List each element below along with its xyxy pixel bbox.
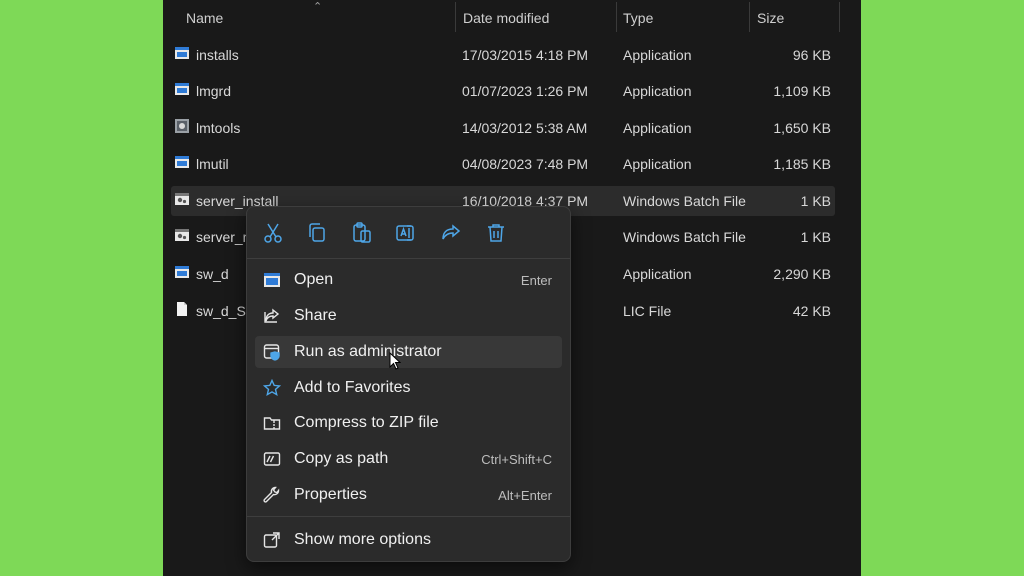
- column-type[interactable]: Type: [623, 10, 653, 26]
- menu-item-label: Run as administrator: [294, 343, 442, 360]
- menu-item-label: Share: [294, 307, 337, 324]
- menu-item-add-to-favorites[interactable]: Add to Favorites: [255, 372, 562, 404]
- menu-item-share[interactable]: Share: [255, 300, 562, 332]
- menu-item-compress-zip[interactable]: Compress to ZIP file: [255, 407, 562, 439]
- app-window-icon: [175, 156, 189, 168]
- menu-item-shortcut: Ctrl+Shift+C: [481, 452, 552, 467]
- file-type: Application: [623, 47, 692, 63]
- column-divider[interactable]: [455, 2, 456, 32]
- file-date: 14/03/2012 5:38 AM: [462, 120, 588, 136]
- batch-file-icon: [175, 193, 189, 205]
- column-size[interactable]: Size: [757, 10, 784, 26]
- menu-item-properties[interactable]: Properties Alt+Enter: [255, 479, 562, 511]
- rename-icon[interactable]: [394, 221, 418, 245]
- menu-divider: [247, 516, 570, 517]
- delete-icon[interactable]: [484, 221, 508, 245]
- file-name: lmutil: [196, 156, 229, 172]
- menu-item-label: Add to Favorites: [294, 379, 411, 396]
- file-size: 42 KB: [792, 303, 831, 319]
- menu-item-show-more-options[interactable]: Show more options: [255, 524, 562, 556]
- column-date-modified[interactable]: Date modified: [463, 10, 549, 26]
- file-type: Application: [623, 120, 692, 136]
- file-row-lmgrd[interactable]: lmgrd 01/07/2023 1:26 PM Application 1,1…: [171, 76, 835, 106]
- menu-item-label: Properties: [294, 486, 367, 503]
- app-window-icon: [175, 83, 189, 95]
- open-app-icon: [264, 273, 280, 287]
- show-more-icon: [263, 532, 280, 548]
- file-type: LIC File: [623, 303, 672, 319]
- file-type: Application: [623, 83, 692, 99]
- copy-path-icon: [263, 452, 281, 466]
- menu-item-label: Compress to ZIP file: [294, 414, 439, 431]
- file-row-lmutil[interactable]: lmutil 04/08/2023 7:48 PM Application 1,…: [171, 149, 835, 179]
- file-name: lmtools: [196, 120, 241, 136]
- menu-item-open[interactable]: Open Enter: [255, 264, 562, 296]
- menu-item-label: Show more options: [294, 531, 431, 548]
- paste-icon[interactable]: [350, 221, 374, 245]
- file-row-lmtools[interactable]: lmtools 14/03/2012 5:38 AM Application 1…: [171, 113, 835, 143]
- star-icon: [263, 379, 281, 397]
- file-size: 1,109 KB: [773, 83, 831, 99]
- batch-file-icon: [175, 229, 189, 241]
- menu-item-shortcut: Enter: [520, 273, 552, 288]
- blank-file-icon: [177, 302, 187, 316]
- file-date: 01/07/2023 1:26 PM: [462, 83, 589, 99]
- shield-window-icon: [263, 344, 280, 361]
- mouse-cursor-icon: [389, 352, 401, 370]
- context-menu: Open Enter Share Run as administrator Ad…: [246, 206, 571, 562]
- share-icon[interactable]: [439, 221, 463, 245]
- menu-divider: [247, 258, 570, 259]
- app-window-icon: [175, 47, 189, 59]
- file-date: 04/08/2023 7:48 PM: [462, 156, 589, 172]
- file-name: sw_d: [196, 266, 229, 282]
- menu-item-label: Copy as path: [294, 450, 389, 467]
- column-divider[interactable]: [749, 2, 750, 32]
- copy-icon[interactable]: [305, 221, 329, 245]
- zip-folder-icon: [263, 417, 281, 430]
- wrench-icon: [263, 486, 280, 503]
- file-name: lmgrd: [196, 83, 232, 99]
- file-type: Windows Batch File: [623, 193, 746, 209]
- file-type: Application: [623, 266, 692, 282]
- sort-ascending-icon: ⌃: [313, 1, 323, 13]
- column-name[interactable]: Name: [186, 10, 223, 26]
- file-size: 2,290 KB: [773, 266, 831, 282]
- file-type: Windows Batch File: [623, 229, 746, 245]
- menu-item-shortcut: Alt+Enter: [498, 488, 552, 503]
- file-size: 1 KB: [800, 229, 831, 245]
- file-size: 1,650 KB: [773, 120, 831, 136]
- cut-icon[interactable]: [261, 221, 285, 245]
- file-size: 1,185 KB: [773, 156, 831, 172]
- menu-item-run-as-administrator[interactable]: Run as administrator: [255, 336, 562, 368]
- column-divider[interactable]: [616, 2, 617, 32]
- file-type: Application: [623, 156, 692, 172]
- file-name: installs: [196, 47, 239, 63]
- menu-item-copy-as-path[interactable]: Copy as path Ctrl+Shift+C: [255, 443, 562, 475]
- file-date: 17/03/2015 4:18 PM: [462, 47, 589, 63]
- share-icon: [264, 308, 280, 323]
- file-size: 1 KB: [800, 193, 831, 209]
- file-size: 96 KB: [792, 47, 831, 63]
- column-header: ⌃ Name Date modified Type Size: [163, 0, 861, 34]
- file-row-installs[interactable]: installs 17/03/2015 4:18 PM Application …: [171, 40, 835, 70]
- tools-app-icon: [175, 119, 189, 133]
- app-window-icon: [175, 266, 189, 278]
- column-divider[interactable]: [839, 2, 840, 32]
- menu-item-label: Open: [294, 271, 334, 288]
